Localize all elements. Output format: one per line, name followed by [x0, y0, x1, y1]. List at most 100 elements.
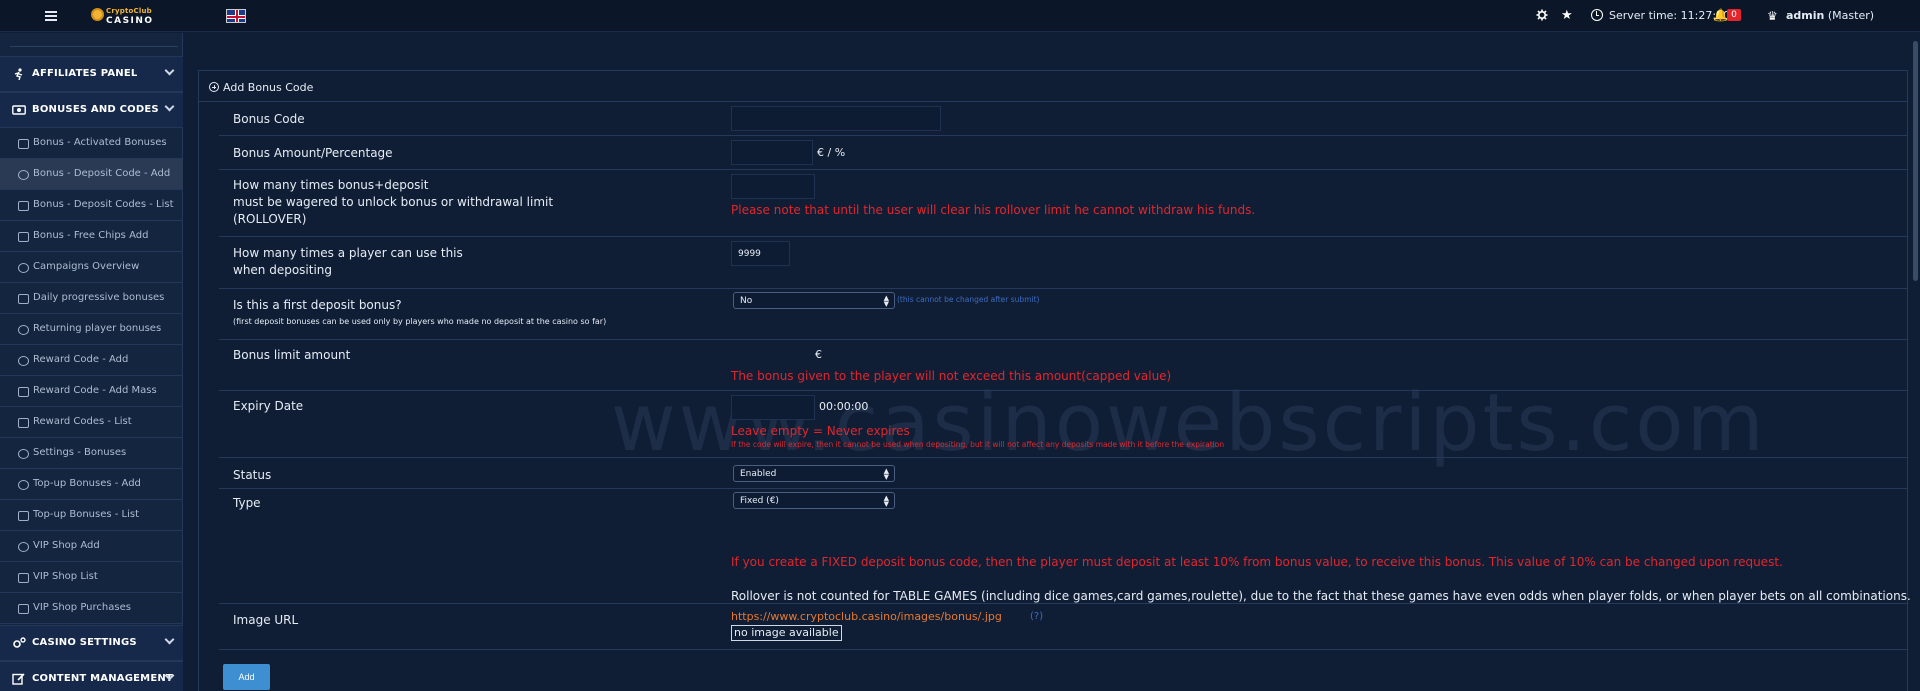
clipboard-icon [18, 511, 29, 521]
row-type: Type Fixed (€) ▲ ▼ If you create a FIXED … [219, 489, 1911, 604]
running-person-icon [14, 68, 23, 80]
sidebar-divider [10, 46, 178, 47]
clipboard-icon [18, 573, 29, 583]
sidebar-item-returning-player-bonuses[interactable]: Returning player bonuses [0, 314, 183, 345]
sidebar-item-reward-codes-list[interactable]: Reward Codes - List [0, 407, 183, 438]
plus-circle-icon [18, 170, 29, 180]
bonus-limit-note: The bonus given to the player will not e… [731, 369, 1172, 383]
shopping-basket-icon [18, 604, 29, 614]
clock-icon [1591, 9, 1603, 21]
sidebar-item-daily-progressive-bonuses[interactable]: Daily progressive bonuses [0, 283, 183, 314]
sidebar-item-topup-bonuses-add[interactable]: Top-up Bonuses - Add [0, 469, 183, 500]
first-deposit-sublabel: (first deposit bonuses can be used only … [233, 317, 607, 326]
top-bar: CryptoClub CASINO ★ Server time: 11:27:3… [0, 0, 1920, 32]
user-menu[interactable]: admin (Master) [1786, 9, 1874, 22]
hand-coins-icon [18, 387, 29, 397]
status-label: Status [233, 468, 272, 482]
sidebar-item-free-chips-add[interactable]: Bonus - Free Chips Add [0, 221, 183, 252]
bonus-code-input[interactable] [731, 106, 941, 131]
crown-icon: ♛ [1767, 9, 1778, 23]
image-url-link[interactable]: https://www.cryptoclub.casino/images/bon… [731, 610, 1002, 623]
row-image-url: Image URL https://www.cryptoclub.casino/… [219, 604, 1907, 650]
server-time: Server time: 11:27:30 [1609, 9, 1731, 22]
store-icon [18, 139, 29, 149]
sidebar-item-deposit-code-add[interactable]: Bonus - Deposit Code - Add [0, 159, 183, 190]
image-url-help[interactable]: (?) [1030, 611, 1043, 622]
sidebar-item-label: Bonus - Deposit Code - Add [33, 168, 171, 179]
expiry-date-input[interactable] [731, 395, 815, 420]
sidebar-section-content-management[interactable]: CONTENT MANAGEMENT [0, 661, 183, 691]
chevron-down-icon [164, 101, 175, 112]
expiry-note: Leave empty = Never expires [731, 424, 910, 438]
sidebar-item-campaigns-overview[interactable]: Campaigns Overview [0, 252, 183, 283]
type-select[interactable]: Fixed (€) ▲ ▼ [733, 492, 895, 509]
bonus-amount-suffix: € / % [817, 146, 846, 159]
row-expiry-date: Expiry Date 00:00:00 Leave empty = Never… [219, 391, 1907, 458]
sidebar-item-label: VIP Shop Add [33, 540, 100, 551]
rollover-warning: Please note that until the user will cle… [731, 203, 1256, 217]
sidebar-item-label: Bonus - Activated Bonuses [33, 137, 167, 148]
status-select[interactable]: Enabled ▲ ▼ [733, 465, 895, 482]
sidebar-item-label: Campaigns Overview [33, 261, 140, 272]
scrollbar[interactable] [1911, 33, 1920, 691]
sidebar-item-settings-bonuses[interactable]: Settings - Bonuses [0, 438, 183, 469]
chevron-down-icon [164, 634, 175, 645]
type-fixed-note: If you create a FIXED deposit bonus code… [731, 555, 1783, 569]
sidebar-item-label: VIP Shop List [33, 571, 98, 582]
logo-text-bottom: CASINO [106, 16, 154, 26]
uk-flag-icon[interactable] [226, 9, 246, 23]
bonus-amount-input[interactable] [731, 140, 813, 165]
sidebar-section-affiliates-panel[interactable]: AFFILIATES PANEL [0, 56, 183, 92]
sidebar-item-label: VIP Shop Purchases [33, 602, 131, 613]
rollover-label-line1: How many times bonus+deposit [233, 178, 429, 192]
rollover-label-line3: (ROLLOVER) [233, 212, 307, 226]
bonus-limit-suffix: € [815, 348, 822, 361]
no-image-placeholder: no image available [731, 625, 842, 641]
calendar-icon [18, 294, 29, 304]
sidebar-item-reward-code-add-mass[interactable]: Reward Code - Add Mass [0, 376, 183, 407]
uses-input[interactable]: 9999 [731, 241, 790, 266]
type-label: Type [233, 496, 261, 510]
row-first-deposit: Is this a first deposit bonus? (first de… [219, 289, 1907, 340]
sidebar-section-bonuses-and-codes[interactable]: BONUSES AND CODES [0, 92, 183, 128]
scrollbar-thumb[interactable] [1913, 41, 1918, 281]
sidebar-item-vip-shop-purchases[interactable]: VIP Shop Purchases [0, 593, 183, 624]
sidebar-item-deposit-codes-list[interactable]: Bonus - Deposit Codes - List [0, 190, 183, 221]
star-icon[interactable]: ★ [1561, 8, 1573, 23]
sidebar-item-reward-code-add[interactable]: Reward Code - Add [0, 345, 183, 376]
uses-label-line1: How many times a player can use this [233, 246, 463, 260]
sidebar-item-label: Reward Codes - List [33, 416, 132, 427]
uses-label-line2: when depositing [233, 263, 333, 277]
rollover-label-line2: must be wagered to unlock bonus or withd… [233, 195, 554, 209]
select-arrows-icon: ▲ ▼ [883, 294, 889, 308]
clipboard-icon [18, 232, 29, 242]
notification-badge[interactable]: 0 [1727, 9, 1741, 21]
bonus-code-label: Bonus Code [233, 112, 305, 126]
card-header: Add Bonus Code [199, 71, 1907, 102]
sidebar-section-casino-settings[interactable]: CASINO SETTINGS [0, 625, 183, 661]
card-title: Add Bonus Code [223, 81, 314, 94]
clipboard-icon [18, 201, 29, 211]
first-deposit-select[interactable]: No ▲ ▼ [733, 292, 895, 309]
row-bonus-code: Bonus Code [219, 102, 1907, 136]
sidebar-item-label: Top-up Bonuses - Add [33, 478, 141, 489]
sidebar-item-activated-bonuses[interactable]: Bonus - Activated Bonuses [0, 128, 183, 159]
logo-text-top: CryptoClub [106, 7, 152, 15]
sidebar-section-label: BONUSES AND CODES [32, 104, 159, 115]
add-button[interactable]: Add [223, 664, 270, 690]
bonus-amount-label: Bonus Amount/Percentage [233, 146, 393, 160]
hamburger-menu-icon[interactable] [45, 9, 57, 23]
sidebar-item-vip-shop-add[interactable]: VIP Shop Add [0, 531, 183, 562]
casino-logo[interactable]: CryptoClub CASINO [88, 5, 154, 27]
sidebar-item-vip-shop-list[interactable]: VIP Shop List [0, 562, 183, 593]
plus-circle-icon [18, 356, 29, 366]
bell-icon[interactable]: 🔔 [1713, 8, 1728, 22]
rollover-input[interactable] [731, 174, 815, 199]
sidebar: AFFILIATES PANEL BONUSES AND CODES Bonus… [0, 33, 183, 691]
select-arrows-icon: ▲ ▼ [883, 467, 889, 481]
image-url-label: Image URL [233, 613, 299, 627]
bonus-limit-label: Bonus limit amount [233, 348, 351, 362]
sidebar-section-label: AFFILIATES PANEL [32, 68, 138, 79]
gear-icon[interactable] [1536, 9, 1548, 21]
sidebar-item-topup-bonuses-list[interactable]: Top-up Bonuses - List [0, 500, 183, 531]
